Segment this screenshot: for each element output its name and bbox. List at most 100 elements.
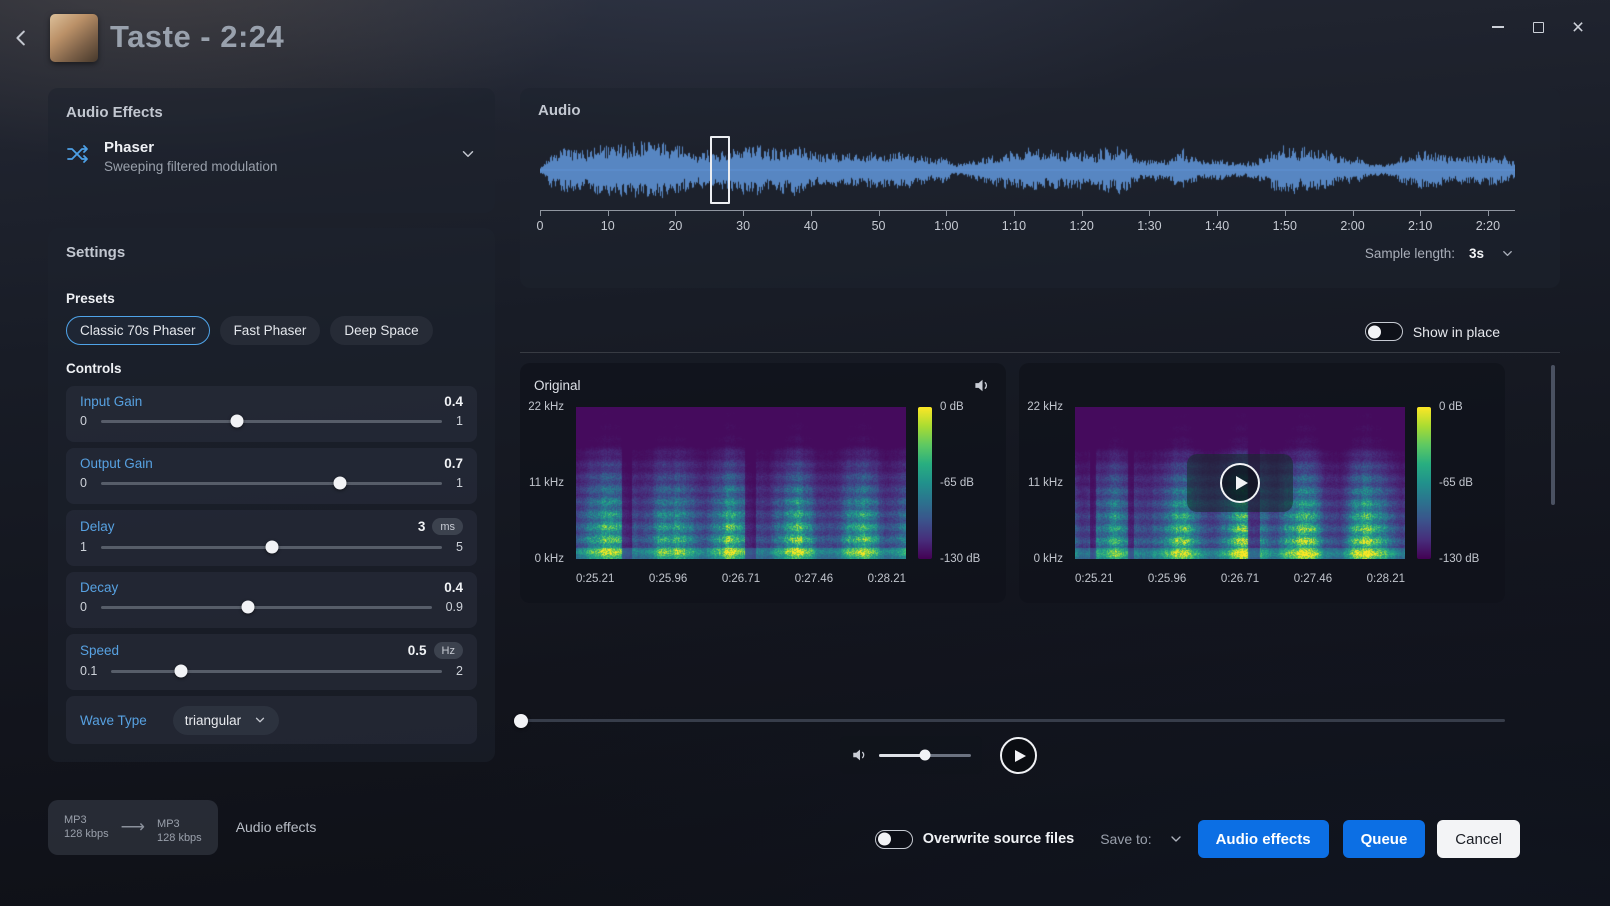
- effect-selector[interactable]: Phaser Sweeping filtered modulation: [66, 139, 477, 174]
- play-icon: [1220, 463, 1260, 503]
- sample-selection-box[interactable]: [710, 136, 730, 204]
- maximize-button[interactable]: [1518, 10, 1558, 44]
- output-gain-label: Output Gain: [80, 456, 153, 471]
- presets-heading: Presets: [66, 291, 477, 306]
- effect-text: Phaser Sweeping filtered modulation: [104, 139, 277, 174]
- spectrogram-time-labels: 0:25.210:25.960:26.710:27.460:28.21: [576, 573, 906, 585]
- chevron-down-icon[interactable]: [1500, 246, 1515, 261]
- time-axis: 010203040501:001:101:201:301:401:502:002…: [540, 210, 1515, 240]
- close-icon: ×: [1572, 17, 1584, 38]
- audio-effects-card: Audio Effects Phaser Sweeping filtered m…: [48, 88, 495, 213]
- volume-slider[interactable]: [879, 754, 971, 757]
- output-gain-slider-handle[interactable]: [333, 477, 346, 490]
- db-axis-labels: 0 dB-65 dB-130 dB: [940, 407, 998, 559]
- speed-slider[interactable]: [111, 670, 442, 673]
- input-gain-value: 0.4: [444, 394, 463, 409]
- frequency-axis-labels: 22 kHz11 kHz0 kHz: [1019, 407, 1069, 559]
- delay-unit: ms: [432, 518, 463, 535]
- waveform-canvas[interactable]: [540, 138, 1515, 202]
- db-axis-labels: 0 dB-65 dB-130 dB: [1439, 407, 1497, 559]
- speed-min: 0.1: [80, 664, 97, 678]
- save-to-chevron-icon[interactable]: [1168, 831, 1184, 847]
- sample-length-value[interactable]: 3s: [1469, 246, 1484, 261]
- conversion-summary: MP3 128 kbps ⟶ MP3 128 kbps Audio effect…: [48, 800, 316, 855]
- frequency-axis-labels: 22 kHz11 kHz0 kHz: [520, 407, 570, 559]
- control-row-input-gain: Input Gain 0.4 0 1: [66, 386, 477, 442]
- delay-max: 5: [456, 540, 463, 554]
- effect-name: Phaser: [104, 139, 277, 156]
- arrow-right-icon: ⟶: [121, 817, 145, 837]
- window-controls: ×: [1478, 10, 1598, 44]
- wave-type-value: triangular: [185, 713, 241, 728]
- audio-effects-card-title: Audio Effects: [66, 104, 477, 121]
- sample-length-label: Sample length:: [1365, 246, 1455, 261]
- output-gain-min: 0: [80, 476, 87, 490]
- preview-play-button[interactable]: [1187, 454, 1293, 512]
- show-in-place-toggle[interactable]: [1365, 322, 1403, 341]
- toggle-knob: [1368, 325, 1381, 338]
- control-row-decay: Decay 0.4 0 0.9: [66, 572, 477, 628]
- target-format-name: MP3: [157, 817, 202, 831]
- audio-card: Audio 010203040501:001:101:201:301:401:5…: [520, 88, 1560, 288]
- speed-max: 2: [456, 664, 463, 678]
- waveform[interactable]: [540, 138, 1515, 202]
- volume-control: [840, 736, 982, 774]
- delay-value: 3: [418, 519, 426, 534]
- chevron-down-icon: [253, 713, 267, 727]
- speed-unit: Hz: [434, 642, 463, 659]
- speaker-icon[interactable]: [973, 376, 992, 395]
- show-in-place-row: Show in place: [1365, 322, 1500, 341]
- wave-type-select[interactable]: triangular: [173, 706, 279, 735]
- volume-slider-handle[interactable]: [920, 750, 931, 761]
- original-label: Original: [534, 378, 581, 393]
- minimize-button[interactable]: [1478, 10, 1518, 44]
- conversion-chip: MP3 128 kbps ⟶ MP3 128 kbps: [48, 800, 218, 855]
- source-format: MP3 128 kbps: [64, 813, 109, 842]
- control-row-output-gain: Output Gain 0.7 0 1: [66, 448, 477, 504]
- input-gain-slider[interactable]: [101, 420, 442, 423]
- preset-fast-phaser[interactable]: Fast Phaser: [220, 316, 321, 345]
- input-gain-slider-handle[interactable]: [231, 415, 244, 428]
- presets-group: Classic 70s Phaser Fast Phaser Deep Spac…: [66, 316, 477, 345]
- play-icon: [1015, 750, 1026, 762]
- play-button[interactable]: [1000, 737, 1037, 774]
- decay-min: 0: [80, 600, 87, 614]
- close-button[interactable]: ×: [1558, 10, 1598, 44]
- effect-description: Sweeping filtered modulation: [104, 159, 277, 174]
- output-gain-value: 0.7: [444, 456, 463, 471]
- controls-heading: Controls: [66, 361, 477, 376]
- delay-slider[interactable]: [101, 546, 442, 549]
- playback-progress-bar[interactable]: [520, 719, 1505, 722]
- input-gain-label: Input Gain: [80, 394, 142, 409]
- settings-title: Settings: [66, 244, 477, 261]
- speed-slider-handle[interactable]: [175, 665, 188, 678]
- processed-spectrogram-card: 22 kHz11 kHz0 kHz 0 dB-65 dB-130 dB 0:25…: [1019, 363, 1505, 603]
- back-button[interactable]: [6, 20, 38, 56]
- queue-button[interactable]: Queue: [1343, 820, 1426, 858]
- playback-progress-handle[interactable]: [514, 714, 528, 728]
- preset-deep-space[interactable]: Deep Space: [330, 316, 432, 345]
- overwrite-source-toggle[interactable]: [875, 830, 913, 849]
- cancel-button[interactable]: Cancel: [1437, 820, 1520, 858]
- audio-effects-button[interactable]: Audio effects: [1198, 820, 1329, 858]
- input-gain-max: 1: [456, 414, 463, 428]
- decay-slider-handle[interactable]: [241, 601, 254, 614]
- preset-classic-70s-phaser[interactable]: Classic 70s Phaser: [66, 316, 210, 345]
- decay-slider[interactable]: [101, 606, 432, 609]
- control-row-delay: Delay 3ms 1 5: [66, 510, 477, 566]
- target-bitrate: 128 kbps: [157, 831, 202, 845]
- volume-fill: [879, 754, 925, 757]
- scrollbar[interactable]: [1551, 365, 1555, 505]
- chevron-down-icon[interactable]: [459, 145, 477, 168]
- delay-min: 1: [80, 540, 87, 554]
- save-to-label: Save to:: [1100, 831, 1151, 847]
- chevron-left-icon: [11, 27, 33, 49]
- original-spectrogram-card: Original 22 kHz11 kHz0 kHz 0 dB-65 dB-13…: [520, 363, 1006, 603]
- volume-icon[interactable]: [851, 746, 869, 764]
- db-colorbar: [1417, 407, 1431, 559]
- decay-value: 0.4: [444, 580, 463, 595]
- output-gain-slider[interactable]: [101, 482, 442, 485]
- app-window: Taste - 2:24 × Audio Effects Phaser Swee…: [0, 0, 1610, 906]
- delay-slider-handle[interactable]: [265, 541, 278, 554]
- maximize-icon: [1533, 22, 1544, 33]
